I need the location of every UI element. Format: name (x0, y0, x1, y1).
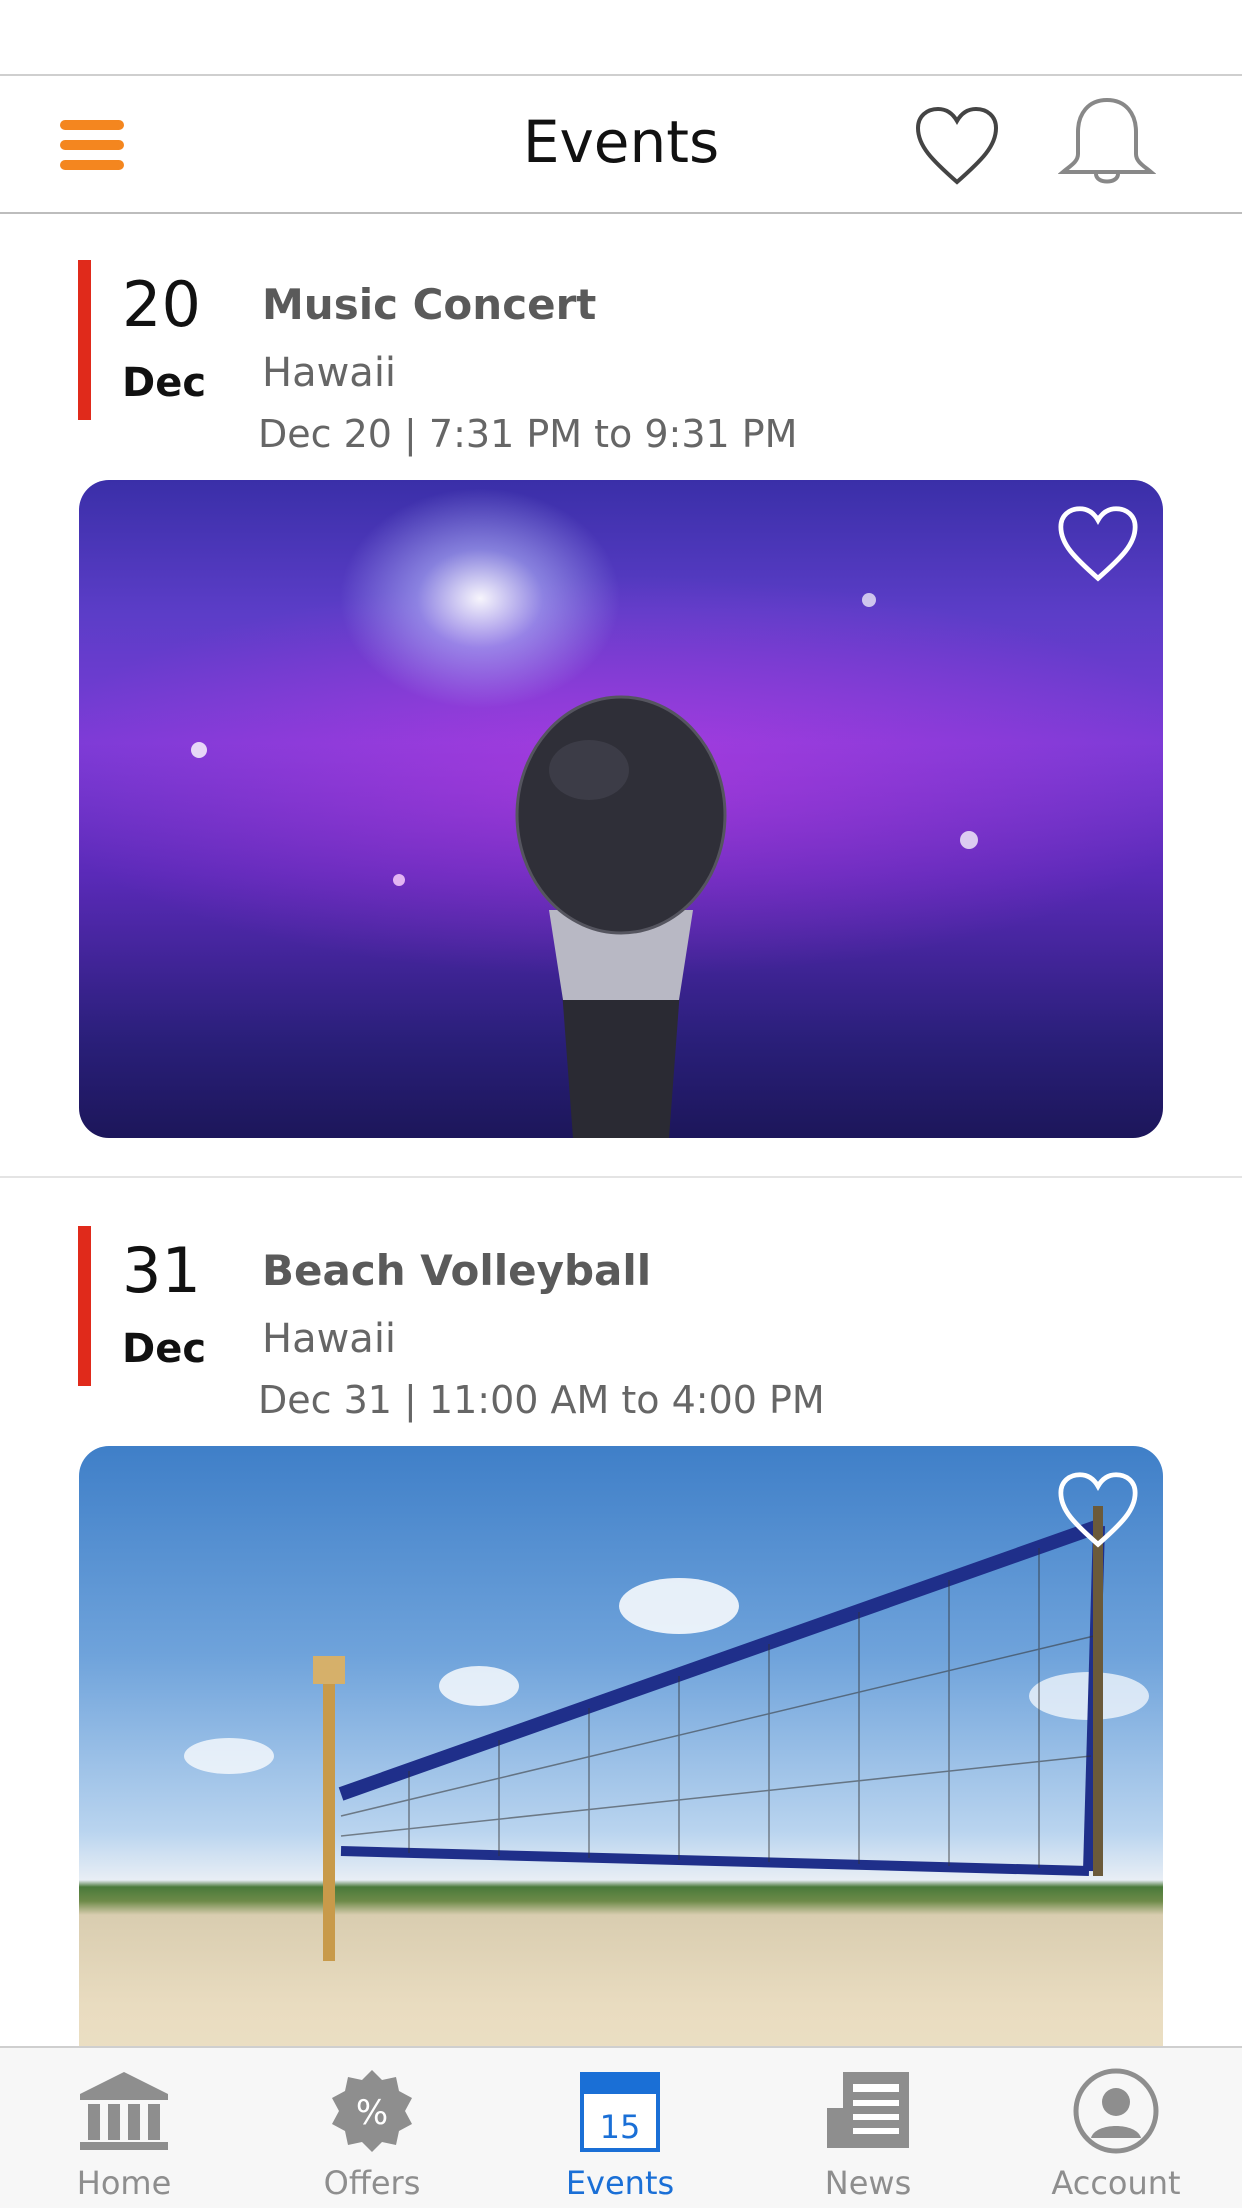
header-bar: Events (0, 74, 1242, 214)
event-time: Dec 31 | 11:00 AM to 4:00 PM (258, 1378, 825, 1422)
status-bar (0, 0, 1242, 74)
svg-text:%: % (356, 2093, 388, 2133)
tab-label: Account (1051, 2164, 1181, 2202)
tab-news[interactable]: News (744, 2048, 992, 2208)
percent-badge-icon: % (332, 2070, 412, 2152)
event-location: Hawaii (262, 1316, 397, 1362)
date-accent-bar (78, 1226, 91, 1386)
bank-icon (80, 2072, 168, 2150)
microphone-illustration (191, 593, 978, 1138)
event-title: Music Concert (262, 280, 597, 329)
event-location: Hawaii (262, 350, 397, 396)
volleyball-net-illustration (184, 1506, 1149, 1961)
event-day: 31 (122, 1234, 201, 1307)
tab-events[interactable]: 15 Events (496, 2048, 744, 2208)
tab-label: Home (76, 2164, 172, 2202)
page-title: Events (522, 108, 720, 176)
event-month: Dec (122, 1326, 207, 1372)
tab-label: Events (565, 2164, 675, 2202)
event-time: Dec 20 | 7:31 PM to 9:31 PM (258, 412, 798, 456)
favorite-event-button[interactable] (1055, 1470, 1141, 1550)
user-icon (1073, 2068, 1159, 2154)
heart-icon (1058, 1472, 1138, 1548)
event-card[interactable]: 20 Dec Music Concert Hawaii Dec 20 | 7:3… (0, 214, 1242, 1178)
tab-account[interactable]: Account (992, 2048, 1240, 2208)
tab-home[interactable]: Home (0, 2048, 248, 2208)
calendar-icon: 15 (580, 2072, 660, 2152)
tab-label: Offers (323, 2164, 421, 2202)
bell-icon (1057, 97, 1157, 184)
event-title: Beach Volleyball (262, 1246, 652, 1295)
favorites-button[interactable] (912, 104, 1002, 188)
tab-offers[interactable]: % Offers (248, 2048, 496, 2208)
tab-bar: Home % Offers 15 Events News Account (0, 2046, 1242, 2208)
notifications-button[interactable] (1057, 94, 1157, 194)
event-day: 20 (122, 268, 201, 341)
event-image[interactable] (79, 480, 1163, 1138)
event-image[interactable] (79, 1446, 1163, 2046)
event-card[interactable]: 31 Dec Beach Volleyball Hawaii Dec 31 | … (0, 1180, 1242, 2046)
event-month: Dec (122, 360, 207, 406)
tab-label: News (824, 2164, 912, 2202)
newspaper-icon (827, 2072, 909, 2148)
date-accent-bar (78, 260, 91, 420)
events-list: 20 Dec Music Concert Hawaii Dec 20 | 7:3… (0, 214, 1242, 2046)
heart-icon (915, 106, 999, 185)
heart-icon (1058, 506, 1138, 582)
calendar-number: 15 (600, 2108, 641, 2146)
favorite-event-button[interactable] (1055, 504, 1141, 584)
